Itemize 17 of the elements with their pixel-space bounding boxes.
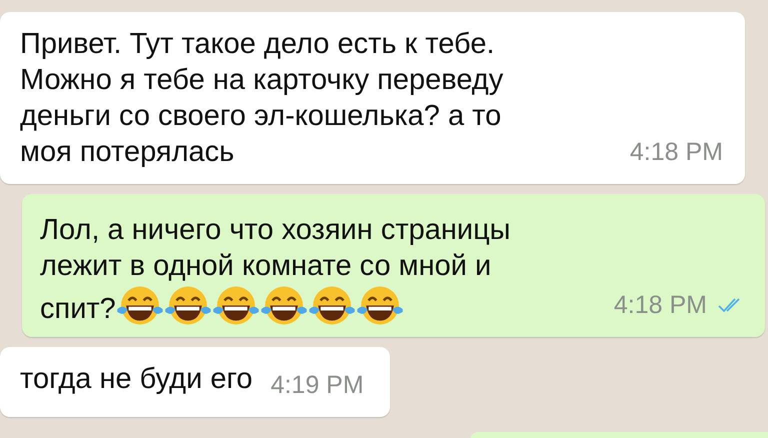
laughing-emoji-icon <box>212 284 260 327</box>
message-time: 4:18 PM <box>630 137 723 168</box>
message-text: моя потерялась <box>20 135 234 170</box>
laughing-emoji-icon <box>116 284 164 327</box>
message-text: деньги со своего эл-кошелька? а то <box>20 99 502 134</box>
message-time: 4:18 PM <box>614 290 707 321</box>
laughing-emoji-icon <box>164 284 212 327</box>
laughing-emoji-icon <box>308 284 356 327</box>
message-text: тогда не буди его <box>20 362 253 397</box>
laughing-emoji-icon <box>356 284 404 327</box>
laughing-emoji-icon <box>260 284 308 327</box>
message-text: спит? <box>40 292 116 327</box>
message-text: Привет. Тут такое дело есть к тебе. <box>20 27 495 62</box>
message-time: 4:19 PM <box>270 370 364 401</box>
message-text: лежит в одной комнате со мной и <box>40 249 492 284</box>
message-text: Лол, а ничего что хозяин страницы <box>40 213 511 248</box>
message-text: Можно я тебе на карточку переведу <box>20 63 504 98</box>
